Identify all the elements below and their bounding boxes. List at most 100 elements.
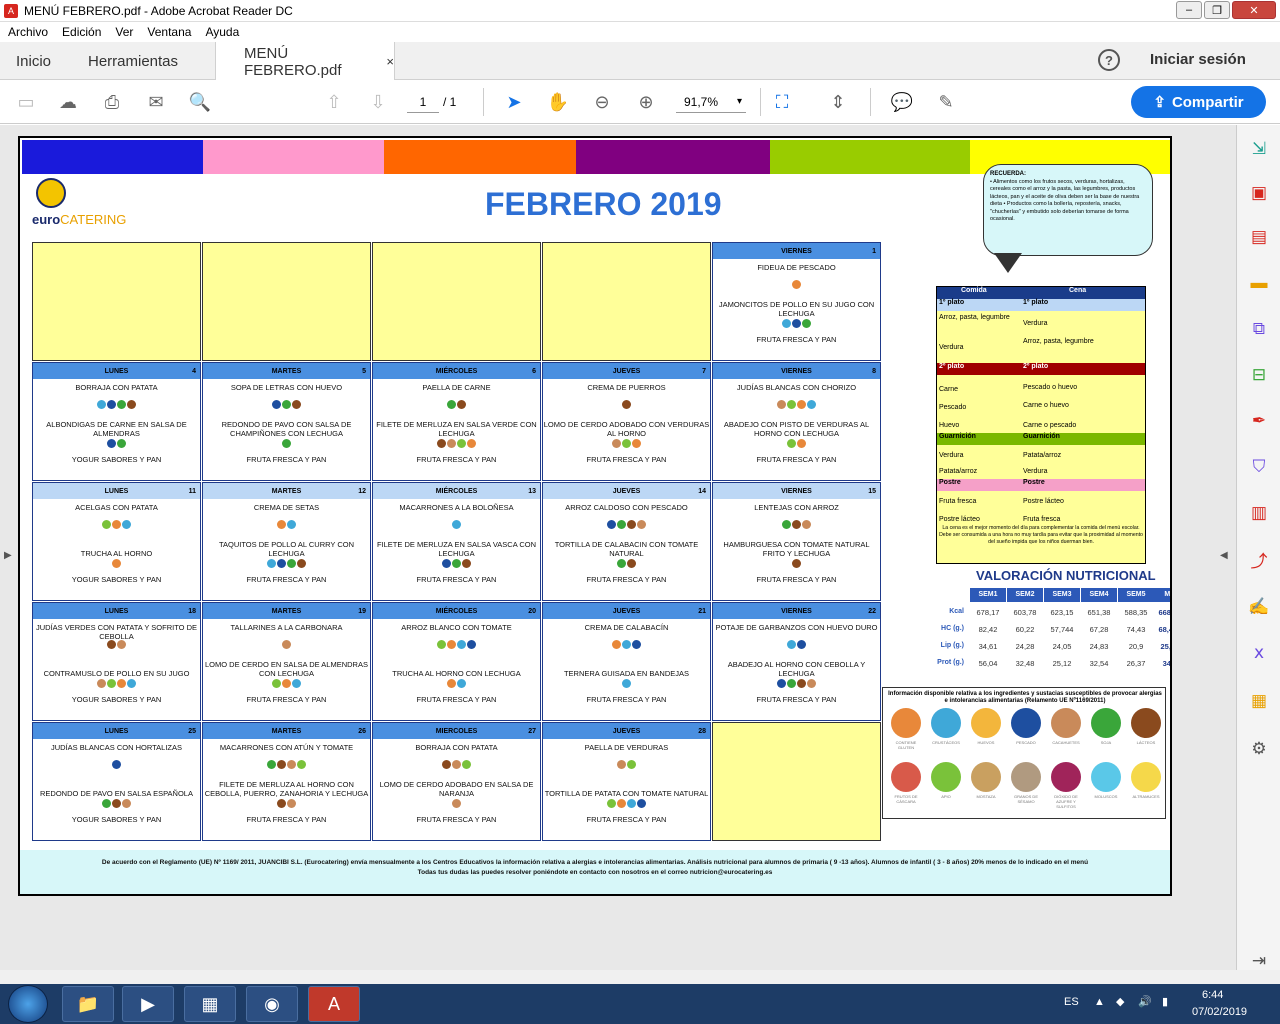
second-course: TAQUITOS DE POLLO AL CURRY CON LECHUGA <box>218 540 355 558</box>
first-course: JUDÍAS BLANCAS CON CHORIZO <box>736 383 857 392</box>
file-explorer-icon[interactable]: 📁 <box>62 986 114 1022</box>
menu-ventana[interactable]: Ventana <box>147 25 191 39</box>
create-pdf-icon[interactable]: ▣ <box>1247 181 1271 205</box>
allergen-legend-item: PESCADO <box>1009 708 1043 745</box>
close-window-button[interactable]: ✕ <box>1232 1 1276 19</box>
allergen-dot-icon <box>782 319 791 328</box>
help-icon[interactable]: ? <box>1098 49 1120 71</box>
minimize-button[interactable]: – <box>1176 1 1202 19</box>
calculator-icon[interactable]: ▦ <box>184 986 236 1022</box>
signin-link[interactable]: Iniciar sesión <box>1150 51 1246 68</box>
media-player-icon[interactable]: ▶ <box>122 986 174 1022</box>
recuerda-text: • Alimentos como los frutos secos, verdu… <box>990 178 1140 223</box>
allergen-dot-icon <box>277 520 286 529</box>
allergen-icons <box>713 520 880 530</box>
left-panel-toggle-icon[interactable]: ▶ <box>4 550 12 561</box>
scroll-mode-icon[interactable]: ⇕ <box>826 90 850 114</box>
menu-ver[interactable]: Ver <box>115 25 133 39</box>
first-course: JUDÍAS BLANCAS CON HORTALIZAS <box>50 743 182 752</box>
share-button[interactable]: ⇪ Compartir <box>1131 86 1266 118</box>
dessert: FRUTA FRESCA Y PAN <box>246 695 327 704</box>
day-number: 14 <box>698 487 706 495</box>
clock-date[interactable]: 07/02/2019 <box>1192 1006 1247 1018</box>
organize-pages-icon[interactable]: ⊟ <box>1247 363 1271 387</box>
clock-time[interactable]: 6:44 <box>1202 989 1223 1001</box>
comment-tool-icon[interactable]: ▬ <box>1247 271 1271 295</box>
highlight-pen-icon[interactable]: ✎ <box>934 90 958 114</box>
combine-files-icon[interactable]: ⧉ <box>1247 317 1271 341</box>
second-course: TORTILLA DE PATATA CON TOMATE NATURAL <box>544 789 709 798</box>
menu-edicion[interactable]: Edición <box>62 25 101 39</box>
first-course: TALLARINES A LA CARBONARA <box>230 623 343 632</box>
allergen-legend-icon <box>1091 708 1121 738</box>
right-panel-toggle-icon[interactable]: ◀ <box>1220 550 1228 561</box>
allergen-icons <box>33 520 200 530</box>
second-course: TORTILLA DE CALABACIN CON TOMATE NATURAL <box>554 540 699 558</box>
day-number: 15 <box>868 487 876 495</box>
save-icon[interactable]: ▭ <box>14 90 38 114</box>
hand-tool-icon[interactable]: ✋ <box>546 90 570 114</box>
dropbox-icon[interactable]: ◆ <box>1116 995 1124 1008</box>
menu-ayuda[interactable]: Ayuda <box>205 25 239 39</box>
day-name: MARTES <box>271 487 302 495</box>
chrome-icon[interactable]: ◉ <box>246 986 298 1022</box>
fit-page-icon[interactable]: ⛶ <box>770 90 794 114</box>
zoom-select[interactable]: 91,7% <box>676 91 746 113</box>
zoom-out-icon[interactable]: ⊖ <box>590 90 614 114</box>
empty-day-cell <box>202 242 371 361</box>
allergen-icons <box>373 520 540 530</box>
send-for-review-icon[interactable]: ⤴ <box>1247 547 1271 571</box>
tab-inicio[interactable]: Inicio <box>16 42 51 80</box>
protect-icon[interactable]: ⛉ <box>1247 455 1271 479</box>
acrobat-taskbar-icon[interactable]: A <box>308 986 360 1022</box>
allergen-dot-icon <box>807 679 816 688</box>
day-number: 20 <box>528 607 536 615</box>
menu-archivo[interactable]: Archivo <box>8 25 48 39</box>
day-number: 4 <box>192 367 196 375</box>
email-icon[interactable]: ✉ <box>144 90 168 114</box>
allergen-dot-icon <box>777 400 786 409</box>
next-page-icon[interactable]: ⇩ <box>366 90 390 114</box>
prepare-form-icon[interactable]: ▦ <box>1247 689 1271 713</box>
allergen-dot-icon <box>287 559 296 568</box>
maximize-button[interactable]: ❐ <box>1204 1 1230 19</box>
allergen-dot-icon <box>787 400 796 409</box>
tab-herramientas[interactable]: Herramientas <box>88 42 178 80</box>
tab-document-label: MENÚ FEBRERO.pdf <box>244 44 342 79</box>
day-header: MIÉRCOLES 13 <box>373 483 540 499</box>
edit-pdf-icon[interactable]: ▤ <box>1247 225 1271 249</box>
comment-icon[interactable]: 💬 <box>890 90 914 114</box>
upload-cloud-icon[interactable]: ☁ <box>56 90 80 114</box>
nutrition-value: 24,05 <box>1052 642 1072 651</box>
allergen-legend-item: DIÓXIDO DE AZUFRE Y SULFITOS <box>1049 762 1083 809</box>
certificates-icon[interactable]: ⅹ <box>1247 641 1271 665</box>
prev-page-icon[interactable]: ⇧ <box>322 90 346 114</box>
day-header: MIÉRCOLES 6 <box>373 363 540 379</box>
plato-nga: Patata/arroz <box>1023 452 1062 459</box>
export-pdf-icon[interactable]: ⇲ <box>1247 137 1271 161</box>
search-zoom-icon[interactable]: 🔍 <box>188 90 212 114</box>
page-number-input[interactable]: 1 <box>407 91 439 113</box>
signature-icon[interactable]: ✍ <box>1247 595 1271 619</box>
language-indicator[interactable]: ES <box>1064 996 1079 1008</box>
nutrition-value: 32,54 <box>1089 659 1109 668</box>
zoom-in-icon[interactable]: ⊕ <box>634 90 658 114</box>
close-tab-icon[interactable]: × <box>386 54 394 69</box>
tab-document[interactable]: MENÚ FEBRERO.pdf × <box>215 42 395 81</box>
plato-npa: Postre lácteo <box>1023 498 1064 505</box>
select-cursor-icon[interactable]: ➤ <box>502 90 526 114</box>
volume-icon[interactable]: 🔊 <box>1138 995 1152 1008</box>
network-icon[interactable]: ▮ <box>1162 995 1168 1008</box>
tray-arrow-icon[interactable]: ▲ <box>1094 996 1105 1008</box>
day-header: VIERNES 15 <box>713 483 880 499</box>
allergen-legend-icon <box>931 762 961 792</box>
optimize-pdf-icon[interactable]: ▥ <box>1247 501 1271 525</box>
day-name: VIERNES <box>781 367 812 375</box>
more-tools-icon[interactable]: ⚙ <box>1247 737 1271 761</box>
day-header: JUEVES 21 <box>543 603 710 619</box>
print-icon[interactable]: ⎙ <box>100 90 124 114</box>
day-name: JUEVES <box>612 607 641 615</box>
nutrition-value: 20,9 <box>1128 642 1144 651</box>
windows-start-icon[interactable] <box>8 985 48 1023</box>
fill-sign-icon[interactable]: ✒ <box>1247 409 1271 433</box>
